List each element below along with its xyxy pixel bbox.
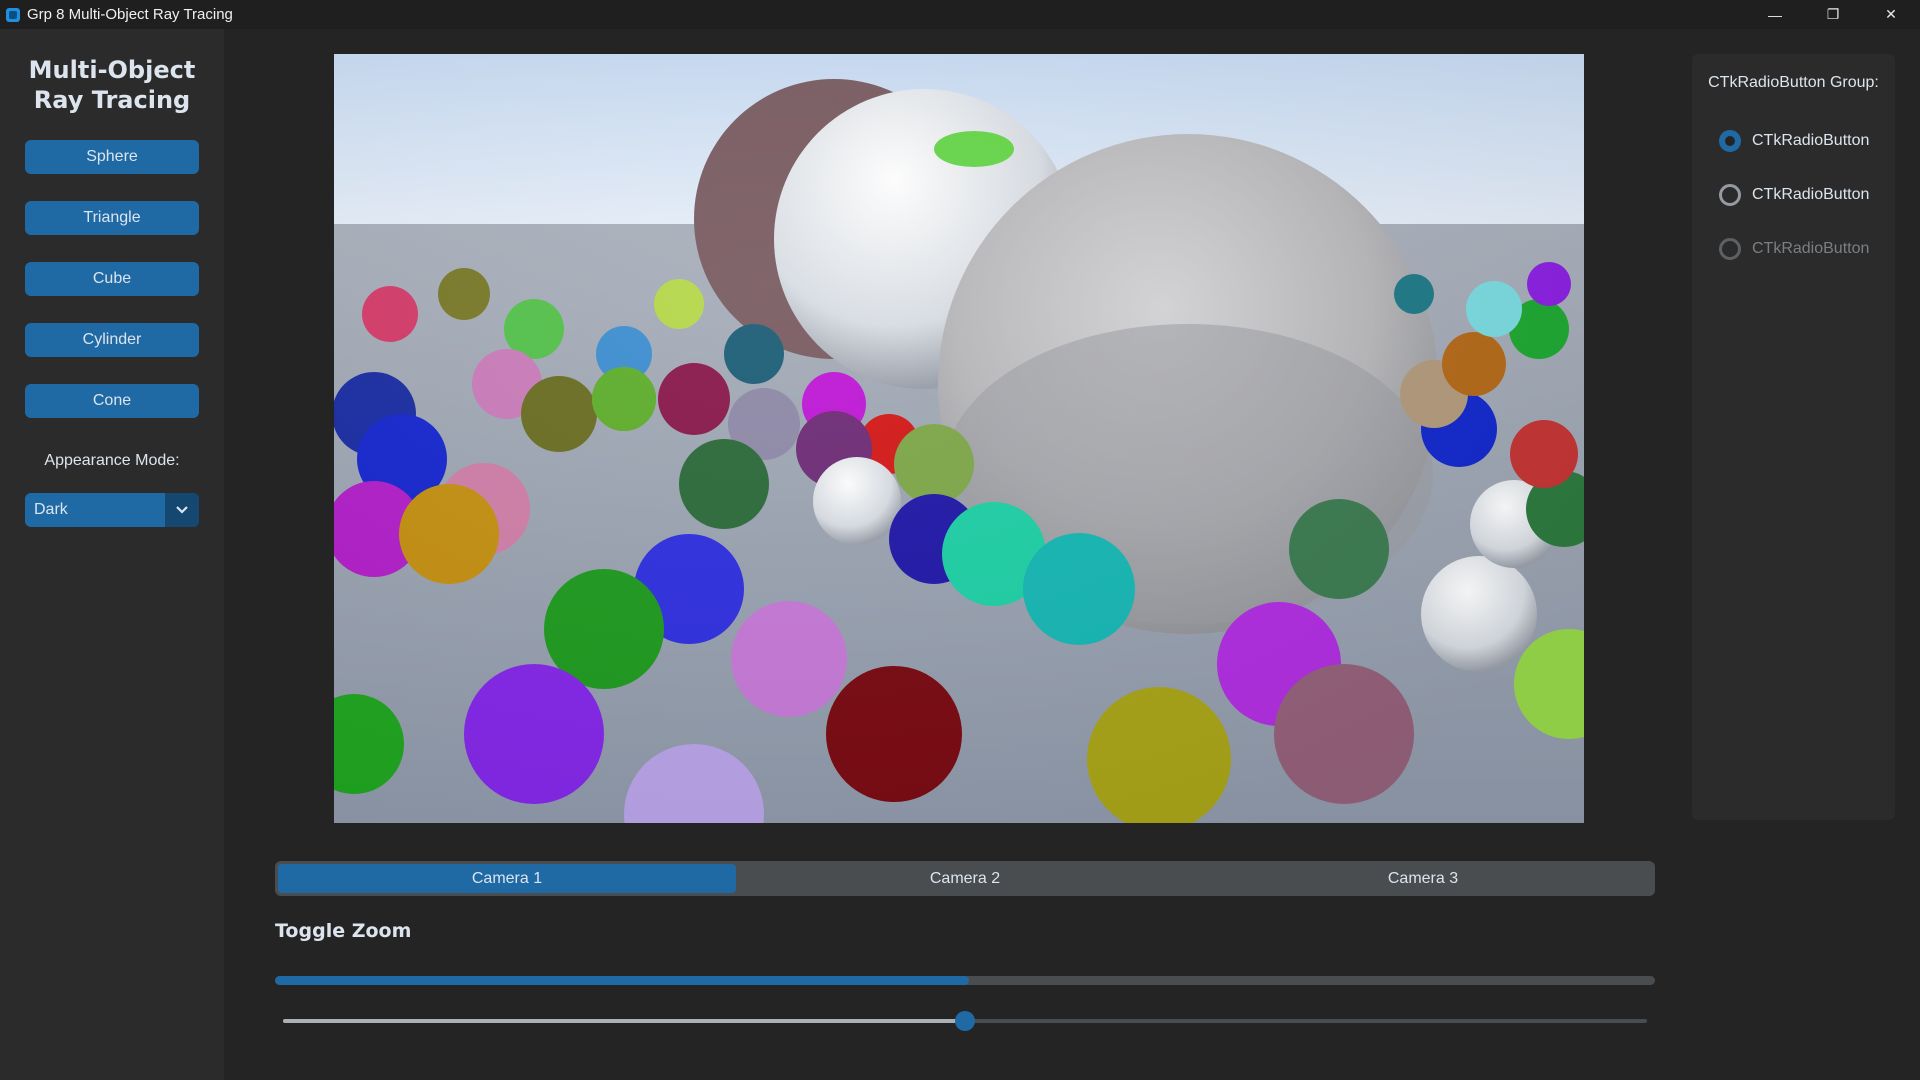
ray-traced-spheres-image bbox=[334, 54, 1584, 823]
restore-button[interactable]: ❐ bbox=[1804, 0, 1862, 29]
camera-segmented-button: Camera 1 Camera 2 Camera 3 bbox=[275, 861, 1655, 896]
appearance-mode-label: Appearance Mode: bbox=[44, 452, 180, 469]
radio-option-label: CTkRadioButton bbox=[1752, 240, 1870, 257]
triangle-button[interactable]: Triangle bbox=[25, 201, 199, 235]
cylinder-button[interactable]: Cylinder bbox=[25, 323, 199, 357]
radio-selected-icon[interactable] bbox=[1719, 130, 1741, 152]
ray-traced-render-image bbox=[334, 54, 1584, 823]
radio-option-2[interactable]: CTkRadioButton bbox=[1719, 182, 1899, 208]
radio-option-1[interactable]: CTkRadioButton bbox=[1719, 128, 1899, 154]
zoom-progress-fill bbox=[275, 976, 970, 985]
appearance-mode-value: Dark bbox=[34, 501, 68, 518]
appearance-mode-dropdown[interactable]: Dark bbox=[25, 493, 199, 527]
slider-fill bbox=[283, 1019, 965, 1023]
close-button[interactable]: ✕ bbox=[1862, 0, 1920, 29]
chevron-down-icon[interactable] bbox=[165, 493, 199, 527]
radio-option-label: CTkRadioButton bbox=[1752, 186, 1870, 203]
sphere-button[interactable]: Sphere bbox=[25, 140, 199, 174]
slider-thumb[interactable] bbox=[955, 1011, 975, 1031]
zoom-slider[interactable] bbox=[283, 1011, 1647, 1031]
radio-disabled-icon bbox=[1719, 238, 1741, 260]
tab-camera-1[interactable]: Camera 1 bbox=[278, 864, 736, 893]
zoom-progress-bar bbox=[275, 976, 1655, 985]
tab-camera-2[interactable]: Camera 2 bbox=[736, 864, 1194, 893]
window-controls: — ❐ ✕ bbox=[1746, 0, 1920, 29]
toggle-zoom-label: Toggle Zoom bbox=[275, 920, 412, 942]
radio-unselected-icon[interactable] bbox=[1719, 184, 1741, 206]
tab-camera-3[interactable]: Camera 3 bbox=[1194, 864, 1652, 893]
app-logo-label: Multi-Object Ray Tracing bbox=[28, 56, 196, 114]
radio-group-panel: CTkRadioButton Group: CTkRadioButton CTk… bbox=[1692, 54, 1895, 820]
radio-option-3: CTkRadioButton bbox=[1719, 236, 1899, 262]
cube-button[interactable]: Cube bbox=[25, 262, 199, 296]
radio-group-title: CTkRadioButton Group: bbox=[1708, 74, 1879, 91]
app-icon bbox=[6, 7, 20, 22]
window-title: Grp 8 Multi-Object Ray Tracing bbox=[27, 6, 233, 23]
radio-option-label: CTkRadioButton bbox=[1752, 132, 1870, 149]
cone-button[interactable]: Cone bbox=[25, 384, 199, 418]
minimize-button[interactable]: — bbox=[1746, 0, 1804, 29]
title-bar: Grp 8 Multi-Object Ray Tracing — ❐ ✕ bbox=[0, 0, 1920, 29]
sidebar: Multi-Object Ray Tracing Sphere Triangle… bbox=[0, 29, 224, 1080]
